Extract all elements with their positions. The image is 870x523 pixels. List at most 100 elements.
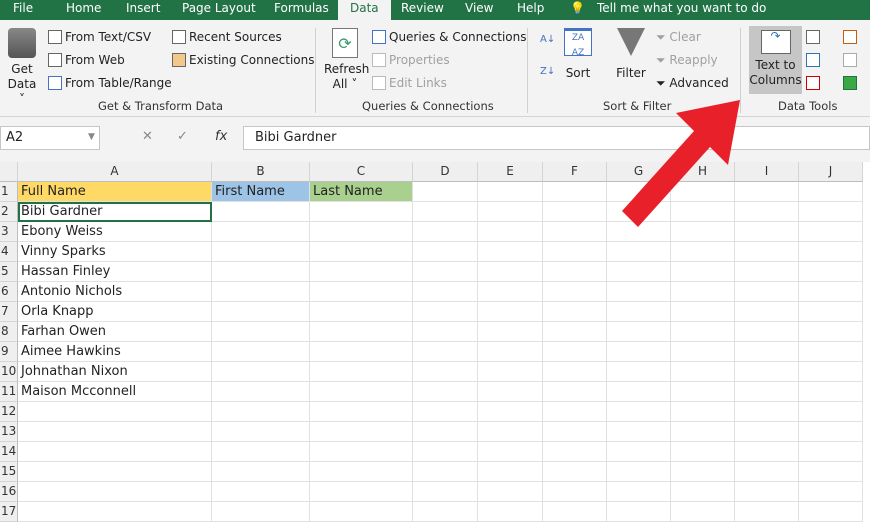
cell-B7[interactable] — [212, 302, 310, 322]
cell-J9[interactable] — [799, 342, 863, 362]
tab-formulas[interactable]: Formulas — [274, 0, 329, 20]
consolidate-icon[interactable] — [843, 30, 860, 44]
cell-B11[interactable] — [212, 382, 310, 402]
row-header[interactable]: 11 — [0, 382, 18, 402]
cell-E1[interactable] — [478, 182, 543, 202]
cell-E7[interactable] — [478, 302, 543, 322]
row-header[interactable]: 8 — [0, 322, 18, 342]
column-header-C[interactable]: C — [310, 162, 413, 182]
cell-B14[interactable] — [212, 442, 310, 462]
insert-function-icon[interactable]: fx — [215, 129, 227, 144]
cell-C2[interactable] — [310, 202, 413, 222]
tab-data[interactable]: Data — [338, 0, 391, 20]
cell-E2[interactable] — [478, 202, 543, 222]
cell-F15[interactable] — [543, 462, 607, 482]
cell-C1[interactable]: Last Name — [310, 182, 413, 202]
row-header[interactable]: 5 — [0, 262, 18, 282]
cell-D8[interactable] — [413, 322, 478, 342]
cell-J7[interactable] — [799, 302, 863, 322]
cell-B2[interactable] — [212, 202, 310, 222]
cell-J13[interactable] — [799, 422, 863, 442]
cell-D14[interactable] — [413, 442, 478, 462]
cell-F9[interactable] — [543, 342, 607, 362]
cell-J11[interactable] — [799, 382, 863, 402]
cell-D13[interactable] — [413, 422, 478, 442]
cell-F17[interactable] — [543, 502, 607, 522]
cell-G5[interactable] — [607, 262, 671, 282]
cell-B15[interactable] — [212, 462, 310, 482]
cell-I13[interactable] — [735, 422, 799, 442]
cell-G12[interactable] — [607, 402, 671, 422]
row-header[interactable]: 12 — [0, 402, 18, 422]
cell-E14[interactable] — [478, 442, 543, 462]
cell-D15[interactable] — [413, 462, 478, 482]
properties-button[interactable]: Properties — [372, 53, 450, 67]
cell-H15[interactable] — [671, 462, 735, 482]
cell-A13[interactable] — [18, 422, 212, 442]
get-data-button[interactable]: Get Data ˅ — [4, 28, 40, 107]
cell-F10[interactable] — [543, 362, 607, 382]
cell-F1[interactable] — [543, 182, 607, 202]
cell-I15[interactable] — [735, 462, 799, 482]
clear-filter-button[interactable]: ⏷ Clear — [656, 30, 701, 45]
remove-duplicates-icon[interactable] — [806, 53, 823, 67]
cell-B16[interactable] — [212, 482, 310, 502]
cell-H4[interactable] — [671, 242, 735, 262]
cell-A8[interactable]: Farhan Owen — [18, 322, 212, 342]
tab-view[interactable]: View — [465, 0, 493, 20]
cell-A2[interactable]: Bibi Gardner — [18, 202, 212, 222]
cell-A6[interactable]: Antonio Nichols — [18, 282, 212, 302]
cell-D10[interactable] — [413, 362, 478, 382]
cell-E9[interactable] — [478, 342, 543, 362]
cell-A16[interactable] — [18, 482, 212, 502]
tab-file[interactable]: File — [13, 0, 33, 20]
refresh-all-button[interactable]: ⟳ Refresh All ˅ — [324, 28, 369, 92]
cell-I16[interactable] — [735, 482, 799, 502]
row-header[interactable]: 4 — [0, 242, 18, 262]
row-header[interactable]: 17 — [0, 502, 18, 522]
cell-F16[interactable] — [543, 482, 607, 502]
column-header-B[interactable]: B — [212, 162, 310, 182]
cell-F11[interactable] — [543, 382, 607, 402]
cell-J8[interactable] — [799, 322, 863, 342]
tab-page-layout[interactable]: Page Layout — [182, 0, 256, 20]
cell-H6[interactable] — [671, 282, 735, 302]
cell-E8[interactable] — [478, 322, 543, 342]
enter-icon[interactable]: ✓ — [177, 129, 188, 144]
from-table-range-button[interactable]: From Table/Range — [48, 76, 172, 90]
cell-C14[interactable] — [310, 442, 413, 462]
cell-D6[interactable] — [413, 282, 478, 302]
cell-B5[interactable] — [212, 262, 310, 282]
cell-A14[interactable] — [18, 442, 212, 462]
chevron-down-icon[interactable]: ▼ — [88, 132, 95, 142]
cell-A1[interactable]: Full Name — [18, 182, 212, 202]
cell-D12[interactable] — [413, 402, 478, 422]
cell-B12[interactable] — [212, 402, 310, 422]
formula-input[interactable]: Bibi Gardner — [243, 126, 870, 150]
cell-D2[interactable] — [413, 202, 478, 222]
cell-G16[interactable] — [607, 482, 671, 502]
column-header-A[interactable]: A — [18, 162, 212, 182]
cell-F5[interactable] — [543, 262, 607, 282]
cell-I6[interactable] — [735, 282, 799, 302]
cell-C17[interactable] — [310, 502, 413, 522]
row-header[interactable]: 7 — [0, 302, 18, 322]
cell-B13[interactable] — [212, 422, 310, 442]
row-header[interactable]: 15 — [0, 462, 18, 482]
tab-help[interactable]: Help — [517, 0, 544, 20]
advanced-filter-button[interactable]: ⏷ Advanced — [656, 76, 729, 91]
cell-B8[interactable] — [212, 322, 310, 342]
cell-I10[interactable] — [735, 362, 799, 382]
cell-D16[interactable] — [413, 482, 478, 502]
cell-G14[interactable] — [607, 442, 671, 462]
cell-J6[interactable] — [799, 282, 863, 302]
data-validation-icon[interactable] — [806, 76, 823, 90]
select-all-corner[interactable] — [0, 162, 18, 182]
cell-C6[interactable] — [310, 282, 413, 302]
column-header-D[interactable]: D — [413, 162, 478, 182]
cell-B6[interactable] — [212, 282, 310, 302]
row-header[interactable]: 6 — [0, 282, 18, 302]
queries-connections-button[interactable]: Queries & Connections — [372, 30, 526, 44]
cell-A7[interactable]: Orla Knapp — [18, 302, 212, 322]
row-header[interactable]: 2 — [0, 202, 18, 222]
